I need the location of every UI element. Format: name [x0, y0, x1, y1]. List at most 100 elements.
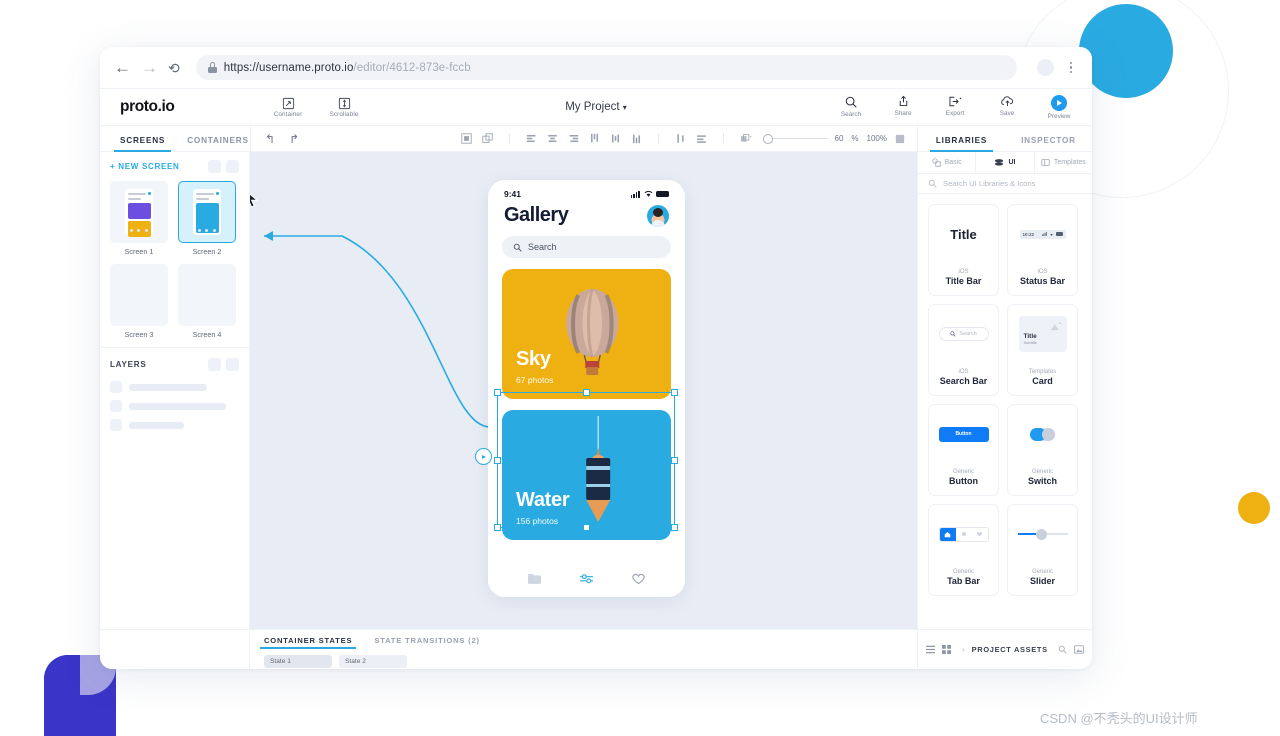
component-card-slider[interactable]: Generic Slider — [1007, 504, 1078, 596]
fit-to-screen-icon[interactable] — [460, 133, 472, 144]
mini-search-line — [127, 197, 142, 200]
tab-state-transitions[interactable]: STATE TRANSITIONS (2) — [374, 636, 480, 649]
tab-inspector[interactable]: INSPECTOR — [1005, 126, 1092, 151]
tab-container-states[interactable]: CONTAINER STATES — [259, 636, 357, 649]
zoom-slider[interactable] — [762, 135, 827, 143]
align-center-horizontal-icon[interactable] — [547, 133, 558, 144]
mini-top — [127, 192, 151, 195]
screens-list-view-button[interactable] — [208, 160, 221, 173]
component-card-card[interactable]: Title Subtitle Templates Card — [1007, 304, 1078, 396]
reload-icon[interactable]: ⟲ — [168, 61, 180, 75]
tab-screens[interactable]: SCREENS — [113, 136, 172, 153]
search-icon — [845, 96, 857, 108]
library-tab-basic[interactable]: Basic — [918, 152, 977, 173]
project-name-dropdown[interactable]: My Project ▾ — [526, 101, 666, 113]
align-left-icon[interactable] — [526, 133, 537, 144]
action-export[interactable]: Export — [938, 95, 972, 117]
gallery-card-water[interactable]: Water 156 photos — [502, 410, 671, 540]
screen-thumbnail-empty[interactable] — [110, 264, 168, 326]
screen-thumbnail-empty[interactable] — [178, 264, 236, 326]
import-icon[interactable] — [1074, 645, 1084, 654]
new-screen-button[interactable]: + NEW SCREEN — [110, 162, 180, 171]
component-card-switch[interactable]: Generic Switch — [1007, 404, 1078, 496]
tab-containers[interactable]: CONTAINERS — [187, 136, 249, 151]
library-tab-ui[interactable]: UI — [976, 152, 1035, 173]
search-input[interactable]: Search — [502, 236, 671, 258]
duplicate-icon[interactable] — [481, 133, 493, 144]
library-tab-ui-label: UI — [1008, 159, 1016, 166]
component-card-status-bar[interactable]: 10:22 iOS Status Bar — [1007, 204, 1078, 296]
component-library-grid: Title iOS Title Bar 10:22 iOS Status Bar… — [918, 194, 1092, 606]
align-right-icon[interactable] — [568, 133, 579, 144]
heart-icon[interactable] — [631, 572, 646, 585]
redo-icon[interactable]: ↱ — [289, 132, 299, 146]
library-search-input[interactable]: Search UI Libraries & Icons — [918, 174, 1092, 194]
state-chip-list: State 1 State 2 — [264, 655, 903, 668]
action-search[interactable]: Search — [834, 95, 868, 118]
screen-item[interactable]: Screen 1 — [110, 181, 168, 256]
toolbar-divider-2 — [657, 133, 659, 144]
lock-icon — [207, 62, 217, 73]
component-card-search-bar[interactable]: Search iOS Search Bar — [928, 304, 999, 396]
screen-item[interactable]: Screen 3 — [110, 264, 168, 339]
layers-dropdown-icon[interactable] — [740, 133, 753, 144]
align-bottom-icon[interactable] — [631, 133, 642, 144]
design-canvas[interactable]: 9:41 Gallery Search Sky 67 photos Water … — [250, 152, 917, 629]
arrow-right-icon[interactable]: → — [141, 59, 158, 76]
layer-row[interactable] — [110, 419, 239, 431]
kebab-menu-icon[interactable] — [1064, 61, 1078, 74]
component-card-title-bar[interactable]: Title iOS Title Bar — [928, 204, 999, 296]
screen-thumbnail[interactable] — [110, 181, 168, 243]
distribute-vertical-icon[interactable] — [696, 133, 707, 144]
gallery-card-sky[interactable]: Sky 67 photos — [502, 269, 671, 399]
container-icon — [282, 97, 294, 109]
mini-top — [195, 192, 219, 195]
distribute-horizontal-icon[interactable] — [675, 133, 686, 144]
state-chip[interactable]: State 1 — [264, 655, 332, 668]
action-share[interactable]: Share — [886, 95, 920, 117]
container-states-tabs: CONTAINER STATES STATE TRANSITIONS (2) — [259, 630, 903, 649]
grid-view-icon[interactable] — [942, 645, 951, 654]
list-view-icon[interactable] — [926, 645, 935, 654]
undo-icon[interactable]: ↰ — [265, 132, 275, 146]
card-subtitle: 156 photos — [516, 516, 559, 526]
zoom-value[interactable]: 60 — [835, 134, 844, 143]
browser-profile-avatar[interactable] — [1037, 59, 1054, 76]
action-save[interactable]: Save — [990, 95, 1024, 117]
align-top-icon[interactable] — [589, 133, 600, 144]
layers-list-view-button[interactable] — [208, 358, 221, 371]
avatar[interactable] — [647, 204, 669, 227]
screens-grid-view-button[interactable] — [226, 160, 239, 173]
component-card-button[interactable]: Button Generic Button — [928, 404, 999, 496]
project-assets-label[interactable]: PROJECT ASSETS — [972, 645, 1048, 654]
screen-thumbnail-selected[interactable] — [178, 181, 236, 243]
tool-container[interactable]: Container — [268, 97, 308, 118]
chevron-right-icon[interactable]: › — [962, 645, 965, 654]
phone-preview[interactable]: 9:41 Gallery Search Sky 67 photos Water … — [488, 180, 685, 597]
app-logo[interactable]: proto.io — [100, 98, 250, 116]
align-middle-vertical-icon[interactable] — [610, 133, 621, 144]
layer-row[interactable] — [110, 400, 239, 412]
sliders-icon[interactable] — [579, 572, 594, 585]
library-search-placeholder: Search UI Libraries & Icons — [943, 179, 1036, 188]
layers-icon — [995, 158, 1004, 166]
arrow-left-icon[interactable]: ← — [114, 59, 131, 76]
chevron-down-icon: ▾ — [622, 103, 627, 112]
search-icon[interactable] — [1058, 645, 1067, 654]
address-bar[interactable]: https://username.proto.io/editor/4612-87… — [195, 55, 1017, 80]
tab-libraries[interactable]: LIBRARIES — [918, 126, 1005, 153]
tool-scrollable[interactable]: Scrollable — [324, 97, 364, 118]
folder-icon[interactable] — [527, 572, 542, 585]
library-tab-templates[interactable]: Templates — [1035, 152, 1092, 173]
zoom-fit-value[interactable]: 100% — [867, 134, 887, 143]
component-name: Tab Bar — [947, 576, 980, 586]
interaction-connector-handle[interactable] — [475, 448, 492, 465]
state-chip[interactable]: State 2 — [339, 655, 407, 668]
screen-item[interactable]: Screen 4 — [178, 264, 236, 339]
component-card-tab-bar[interactable]: Generic Tab Bar — [928, 504, 999, 596]
action-preview[interactable]: Preview — [1042, 94, 1076, 120]
screen-item[interactable]: Screen 2 — [178, 181, 236, 256]
layer-row[interactable] — [110, 381, 239, 393]
zoom-preset-icon[interactable] — [895, 134, 905, 144]
layers-grid-view-button[interactable] — [226, 358, 239, 371]
